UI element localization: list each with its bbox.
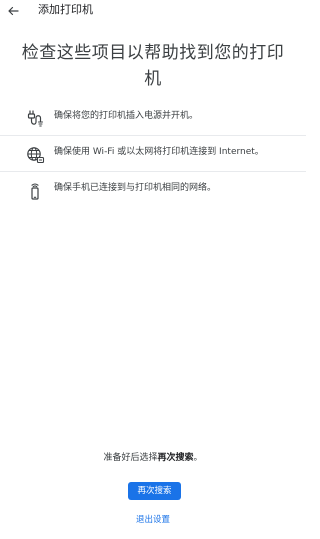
- ready-suffix: 。: [193, 453, 203, 463]
- checklist-item-same-network: 确保手机已连接到与打印机相同的网络。: [0, 172, 306, 208]
- arrow-left-icon: [8, 6, 19, 16]
- checklist-text-same-network: 确保手机已连接到与打印机相同的网络。: [54, 183, 217, 193]
- back-button[interactable]: [4, 2, 22, 20]
- checklist: 确保将您的打印机插入电源并开机。 确保使用 Wi-Fi 或以太网将打印机连接到 …: [0, 100, 306, 208]
- power-plug-icon: [25, 109, 45, 129]
- checklist-text-network: 确保使用 Wi-Fi 或以太网将打印机连接到 Internet。: [54, 147, 264, 157]
- globe-network-icon: [25, 145, 45, 165]
- page-title: 添加打印机: [38, 3, 93, 16]
- checklist-item-power: 确保将您的打印机插入电源并开机。: [0, 100, 306, 136]
- checklist-text-power: 确保将您的打印机插入电源并开机。: [54, 111, 199, 121]
- exit-setup-link[interactable]: 退出设置: [0, 515, 306, 526]
- app-bar: 添加打印机: [0, 0, 306, 22]
- ready-prefix: 准备好后选择: [103, 453, 158, 463]
- search-again-button[interactable]: 再次搜索: [128, 482, 181, 500]
- ready-emphasis: 再次搜索: [157, 453, 194, 463]
- checklist-item-network: 确保使用 Wi-Fi 或以太网将打印机连接到 Internet。: [0, 136, 306, 172]
- headline: 检查这些项目以帮助找到您的打印机: [21, 43, 285, 89]
- phone-wireless-icon: [25, 181, 45, 201]
- ready-instruction: 准备好后选择再次搜索。: [0, 452, 306, 464]
